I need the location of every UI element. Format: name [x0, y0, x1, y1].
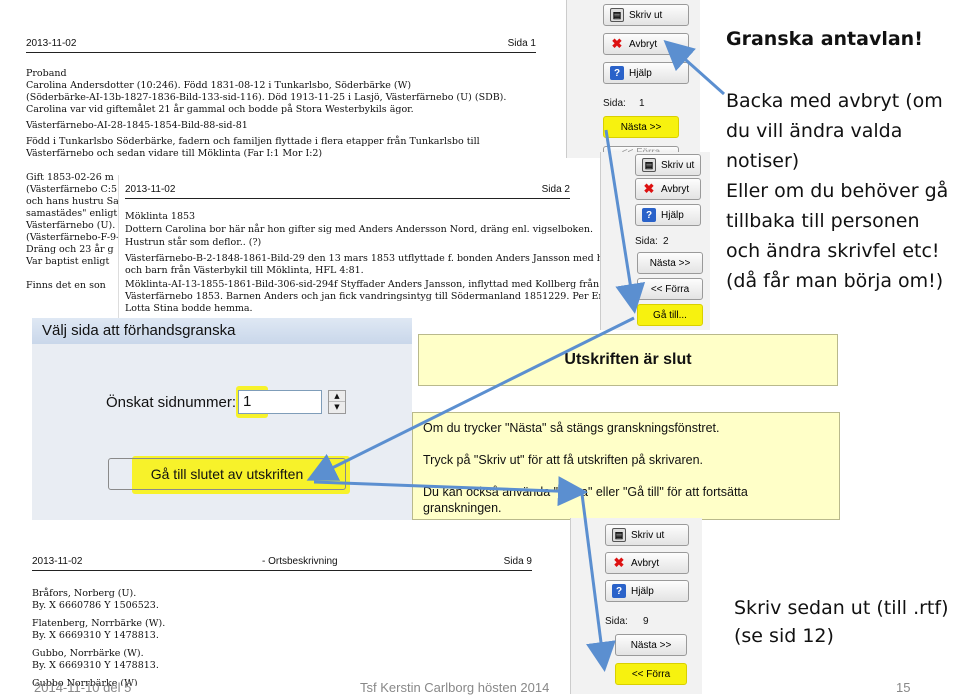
annotation-arrows: [306, 40, 725, 672]
footer-page-number: 15: [896, 680, 911, 695]
arrow-to-goto: [604, 129, 646, 314]
footer-author: Tsf Kerstin Carlborg hösten 2014: [360, 680, 550, 695]
footer-date: 2014-11-10 del 5: [34, 680, 132, 695]
arrow-to-cancel: [663, 40, 725, 96]
arrow-to-info: [313, 476, 588, 507]
arrow-to-dialog: [306, 316, 635, 481]
arrow-to-previous: [580, 493, 616, 672]
